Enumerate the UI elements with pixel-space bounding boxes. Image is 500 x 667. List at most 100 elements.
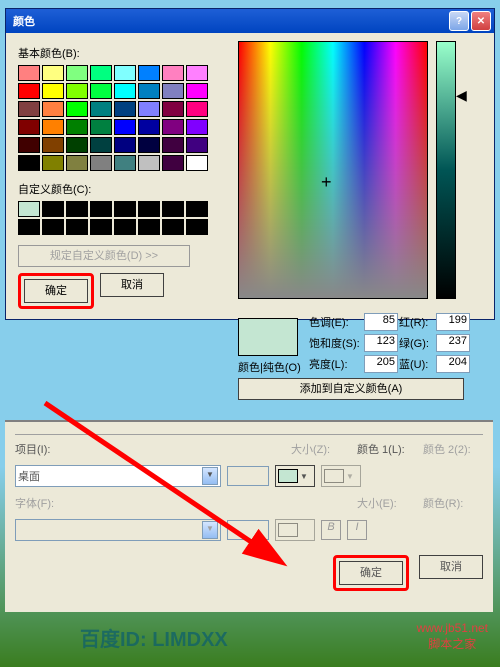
size2-label: 大小(E): — [357, 495, 417, 511]
basic-swatch[interactable] — [114, 119, 136, 135]
basic-swatch[interactable] — [186, 155, 208, 171]
ok-button[interactable]: 确定 — [24, 279, 88, 303]
basic-swatch[interactable] — [66, 119, 88, 135]
custom-swatch[interactable] — [138, 201, 160, 217]
basic-swatch[interactable] — [42, 119, 64, 135]
basic-swatch[interactable] — [42, 101, 64, 117]
custom-swatch[interactable] — [42, 201, 64, 217]
basic-swatch[interactable] — [42, 83, 64, 99]
basic-swatch[interactable] — [66, 155, 88, 171]
item-combo[interactable]: 桌面 ▼ — [15, 465, 221, 487]
basic-swatch[interactable] — [90, 119, 112, 135]
site-credit: www.jb51.net 脚本之家 — [417, 621, 488, 652]
basic-swatch[interactable] — [162, 137, 184, 153]
basic-swatch[interactable] — [18, 137, 40, 153]
red-input[interactable]: 199 — [436, 313, 470, 331]
basic-swatch[interactable] — [162, 83, 184, 99]
font-combo: ▼ — [15, 519, 221, 541]
basic-swatch[interactable] — [18, 65, 40, 81]
basic-swatch[interactable] — [162, 119, 184, 135]
basic-swatch[interactable] — [186, 101, 208, 117]
color1-button[interactable]: ▼ — [275, 465, 315, 487]
custom-swatch[interactable] — [114, 201, 136, 217]
custom-swatch[interactable] — [66, 201, 88, 217]
color-solid-label: 颜色|纯色(O) — [238, 359, 301, 375]
appearance-dialog: 项目(I): 大小(Z): 颜色 1(L): 颜色 2(2): 桌面 ▼ ▼ ▼… — [5, 420, 493, 612]
blue-label: 蓝(U): — [399, 356, 433, 372]
basic-swatch[interactable] — [66, 137, 88, 153]
add-to-custom-button[interactable]: 添加到自定义颜色(A) — [238, 378, 464, 400]
custom-swatch[interactable] — [66, 219, 88, 235]
italic-button: I — [347, 520, 367, 540]
color2-label: 颜色 2(2): — [423, 441, 483, 457]
highlight-ok: 确定 — [18, 273, 94, 309]
basic-swatch[interactable] — [114, 65, 136, 81]
size-label: 大小(Z): — [291, 441, 351, 457]
basic-swatch[interactable] — [18, 101, 40, 117]
basic-swatch[interactable] — [66, 101, 88, 117]
close-button[interactable]: ✕ — [471, 11, 491, 31]
separator — [15, 434, 483, 435]
basic-swatch[interactable] — [90, 137, 112, 153]
basic-swatch[interactable] — [186, 137, 208, 153]
help-button[interactable]: ? — [449, 11, 469, 31]
watermark: 百度ID: LIMDXX — [80, 623, 228, 652]
color-picker-pane: + — [238, 41, 428, 299]
ok-button-2[interactable]: 确定 — [339, 561, 403, 585]
basic-swatch[interactable] — [186, 83, 208, 99]
custom-swatch[interactable] — [162, 201, 184, 217]
basic-swatch[interactable] — [138, 83, 160, 99]
basic-swatch[interactable] — [42, 155, 64, 171]
basic-swatch[interactable] — [114, 101, 136, 117]
basic-swatch[interactable] — [90, 65, 112, 81]
basic-swatch[interactable] — [66, 65, 88, 81]
chevron-down-icon[interactable]: ▼ — [202, 467, 218, 485]
custom-swatch[interactable] — [186, 201, 208, 217]
basic-swatch[interactable] — [114, 155, 136, 171]
luminance-slider[interactable] — [436, 41, 456, 299]
sat-input[interactable]: 123 — [364, 334, 398, 352]
custom-swatch[interactable] — [18, 201, 40, 217]
custom-swatch[interactable] — [114, 219, 136, 235]
basic-swatch[interactable] — [114, 83, 136, 99]
custom-swatch[interactable] — [18, 219, 40, 235]
bold-button: B — [321, 520, 341, 540]
basic-swatch[interactable] — [90, 83, 112, 99]
basic-swatch[interactable] — [66, 83, 88, 99]
basic-swatch[interactable] — [186, 65, 208, 81]
basic-swatch[interactable] — [42, 137, 64, 153]
custom-swatch[interactable] — [186, 219, 208, 235]
custom-swatch[interactable] — [90, 201, 112, 217]
titlebar[interactable]: 颜色 ? ✕ — [6, 9, 494, 33]
basic-swatch[interactable] — [42, 65, 64, 81]
cancel-button[interactable]: 取消 — [100, 273, 164, 297]
hue-label: 色调(E): — [309, 314, 361, 330]
basic-swatch[interactable] — [186, 119, 208, 135]
basic-swatch[interactable] — [162, 101, 184, 117]
custom-swatch[interactable] — [42, 219, 64, 235]
color-field[interactable]: + — [238, 41, 428, 299]
blue-input[interactable]: 204 — [436, 355, 470, 373]
custom-swatch[interactable] — [90, 219, 112, 235]
custom-swatch[interactable] — [162, 219, 184, 235]
basic-swatch[interactable] — [90, 101, 112, 117]
basic-swatch[interactable] — [138, 101, 160, 117]
basic-swatch[interactable] — [138, 119, 160, 135]
basic-swatch[interactable] — [18, 119, 40, 135]
basic-swatch[interactable] — [90, 155, 112, 171]
hue-input[interactable]: 85 — [364, 313, 398, 331]
cancel-button-2[interactable]: 取消 — [419, 555, 483, 579]
basic-swatch[interactable] — [138, 155, 160, 171]
basic-swatch[interactable] — [138, 137, 160, 153]
basic-swatch[interactable] — [114, 137, 136, 153]
basic-swatch[interactable] — [18, 155, 40, 171]
basic-swatch[interactable] — [162, 155, 184, 171]
basic-swatch[interactable] — [162, 65, 184, 81]
color-preview — [238, 318, 298, 356]
green-input[interactable]: 237 — [436, 334, 470, 352]
basic-swatch[interactable] — [18, 83, 40, 99]
basic-swatch[interactable] — [138, 65, 160, 81]
custom-swatch[interactable] — [138, 219, 160, 235]
hsl-rgb-grid: 色调(E):85 红(R):199 饱和度(S):123 绿(G):237 亮度… — [309, 313, 468, 373]
lum-input[interactable]: 205 — [364, 355, 398, 373]
